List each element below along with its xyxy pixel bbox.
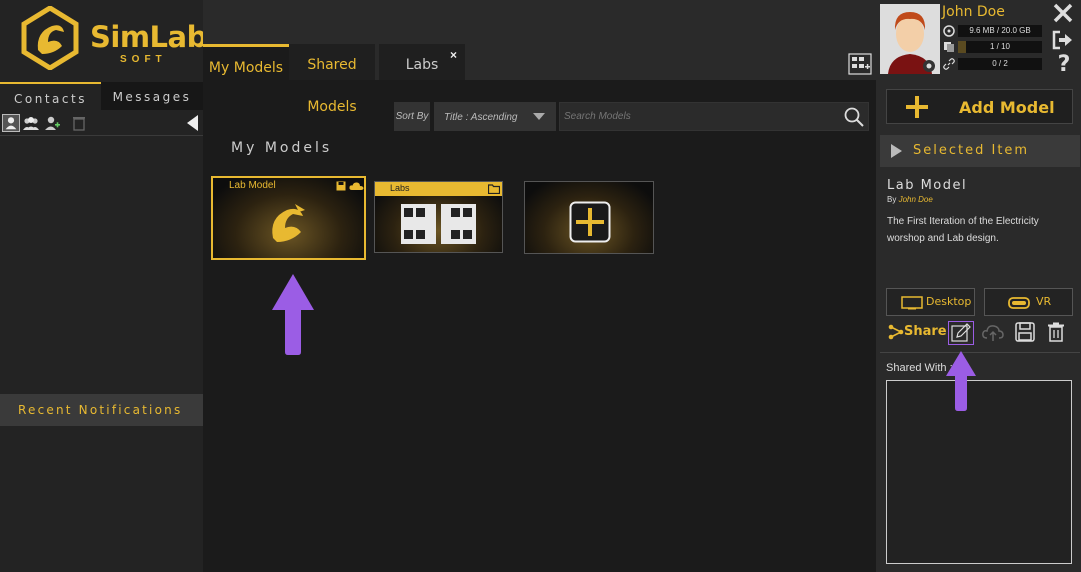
user-name: John Doe <box>942 4 1005 20</box>
help-icon[interactable]: ? <box>1054 54 1074 76</box>
folder-icon <box>488 184 500 194</box>
card-title: Lab Model <box>229 180 276 191</box>
shared-with-label: Shared With : <box>886 362 953 374</box>
trash-icon[interactable] <box>1047 322 1065 342</box>
add-model-label: Add Model <box>959 98 1055 117</box>
arrow-up-icon <box>946 351 976 411</box>
plus-icon <box>906 96 928 118</box>
section-title: My Models <box>231 140 333 156</box>
storage-usage: 9.6 MB / 20.0 GB <box>958 25 1042 37</box>
add-model-card[interactable] <box>524 181 654 254</box>
edit-button[interactable] <box>948 321 974 345</box>
search-icon[interactable] <box>843 106 865 128</box>
edit-icon <box>951 323 971 342</box>
arrow-up-icon <box>272 274 314 355</box>
item-title: Lab Model <box>887 178 968 193</box>
selected-item-label: Selected Item <box>913 143 1030 158</box>
plus-icon <box>569 201 611 243</box>
save-icon <box>336 181 346 191</box>
chevron-down-icon[interactable] <box>533 113 545 120</box>
play-icon <box>891 144 902 158</box>
models-count-fill <box>958 41 966 53</box>
desktop-button[interactable]: Desktop <box>886 288 975 316</box>
shared-count: 0 / 2 <box>958 58 1042 70</box>
save-icon[interactable] <box>1015 322 1035 342</box>
dragon-logo-icon <box>21 6 79 70</box>
add-user-icon[interactable] <box>43 114 61 132</box>
tab-shared-models[interactable]: Shared Models <box>289 44 375 115</box>
lab-boards-icon <box>401 204 476 244</box>
group-users-icon[interactable] <box>22 114 40 132</box>
sort-by-label: Sort By <box>394 102 430 131</box>
logout-icon[interactable] <box>1052 30 1074 50</box>
contact-toolbar <box>0 112 203 136</box>
collapse-left-icon[interactable] <box>185 114 201 132</box>
tab-contacts[interactable]: Contacts <box>0 82 101 110</box>
add-model-button[interactable]: Add Model <box>886 89 1073 124</box>
card-title: Labs <box>390 183 410 193</box>
cloud-icon <box>349 182 364 190</box>
divider <box>880 352 1080 353</box>
item-author: By John Doe <box>887 195 933 204</box>
trash-icon[interactable] <box>70 114 88 132</box>
vr-button[interactable]: VR <box>984 288 1073 316</box>
close-icon[interactable] <box>1052 2 1074 24</box>
brand-name: SimLab <box>90 20 207 54</box>
item-description: The First Iteration of the Electricity w… <box>887 216 1039 244</box>
model-card-labs[interactable]: Labs <box>374 181 503 253</box>
avatar[interactable] <box>880 4 940 74</box>
brand-sub: SOFT <box>120 54 167 65</box>
left-tabs: Contacts Messages <box>0 82 203 110</box>
upload-cloud-icon[interactable] <box>982 322 1004 342</box>
search-input[interactable] <box>559 102 869 131</box>
single-user-icon[interactable] <box>2 114 20 132</box>
dragon-logo-icon <box>272 204 305 242</box>
monitor-icon <box>901 296 923 310</box>
item-actions: Share <box>886 320 1076 346</box>
share-icon[interactable] <box>888 324 904 340</box>
vr-headset-icon <box>1008 297 1030 309</box>
share-button[interactable]: Share <box>904 324 947 339</box>
link-icon <box>943 58 955 70</box>
tab-messages[interactable]: Messages <box>101 82 203 110</box>
close-tab-icon[interactable]: × <box>450 48 462 62</box>
recent-notifications-header[interactable]: Recent Notifications <box>0 394 203 426</box>
selected-item-header[interactable]: Selected Item <box>880 135 1080 167</box>
models-count-icon <box>944 42 954 52</box>
grid-view-icon[interactable] <box>848 53 872 75</box>
shared-with-list[interactable] <box>886 380 1072 564</box>
simlab-logo: SimLab SOFT <box>18 6 207 72</box>
tab-my-models[interactable]: My Models <box>203 44 289 80</box>
models-count: 1 / 10 <box>958 41 1042 53</box>
storage-icon <box>943 25 955 37</box>
model-card-lab-model[interactable]: Lab Model <box>211 176 366 260</box>
